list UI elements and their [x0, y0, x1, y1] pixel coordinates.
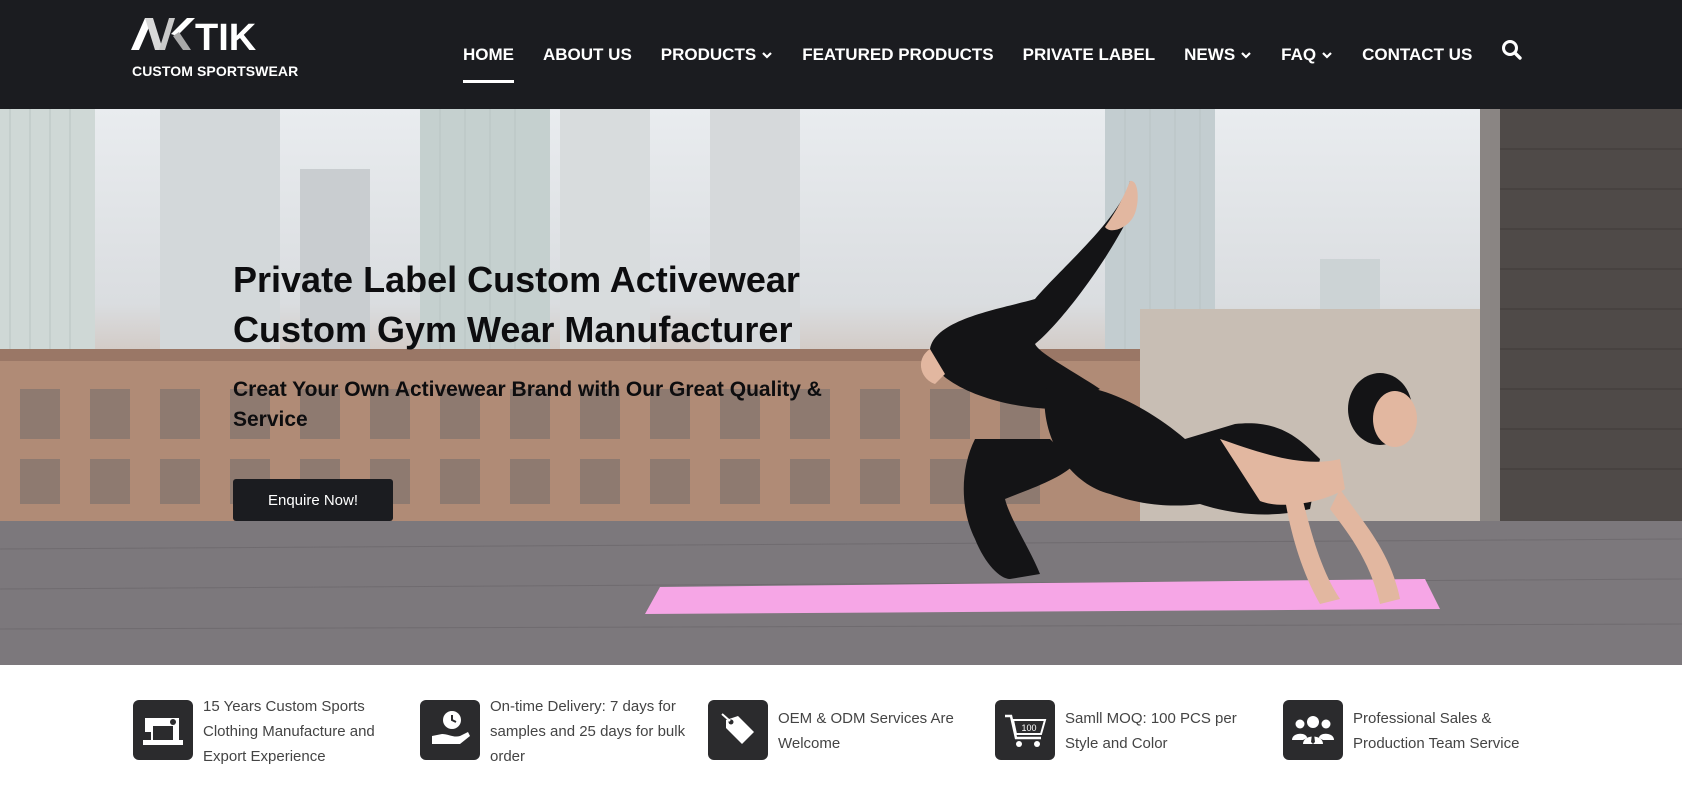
- site-header: TIK CUSTOM SPORTSWEAR HOME ABOUT US PROD…: [0, 0, 1682, 109]
- nav-home-label: HOME: [463, 45, 514, 64]
- chevron-down-icon: [762, 52, 772, 59]
- hero-subtitle: Creat Your Own Activewear Brand with Our…: [233, 378, 822, 431]
- nav-products[interactable]: PRODUCTS: [661, 42, 773, 68]
- search-button[interactable]: [1500, 38, 1524, 62]
- main-nav: HOME ABOUT US PRODUCTS FEATURED PRODUCTS…: [463, 42, 1501, 83]
- feature-item: OEM & ODM Services Are Welcome: [708, 700, 988, 780]
- team-icon: [1283, 700, 1343, 760]
- nav-about-us-label: ABOUT US: [543, 45, 632, 64]
- svg-text:TIK: TIK: [195, 17, 257, 58]
- nav-contact-us-label: CONTACT US: [1362, 45, 1473, 64]
- nav-faq-label: FAQ: [1281, 45, 1317, 64]
- nav-home[interactable]: HOME: [463, 42, 514, 83]
- feature-text: Professional Sales & Production Team Ser…: [1353, 710, 1520, 752]
- hero-title-line-1: Private Label Custom Activewear: [233, 259, 800, 300]
- feature-item: 100 Samll MOQ: 100 PCS per Style and Col…: [995, 700, 1275, 780]
- search-icon: [1502, 40, 1522, 60]
- feature-item: 15 Years Custom Sports Clothing Manufact…: [133, 698, 413, 780]
- delivery-clock-icon: [420, 700, 480, 760]
- nav-about-us[interactable]: ABOUT US: [543, 42, 632, 68]
- hero-title: Private Label Custom Activewear Custom G…: [233, 255, 800, 355]
- brand-tagline: CUSTOM SPORTSWEAR: [132, 63, 299, 79]
- feature-text: Samll MOQ: 100 PCS per Style and Color: [1065, 710, 1237, 752]
- logo-mark: TIK: [131, 17, 257, 58]
- feature-text: On-time Delivery: 7 days for samples and…: [490, 698, 686, 765]
- feature-item: On-time Delivery: 7 days for samples and…: [420, 698, 700, 780]
- nav-news-label: NEWS: [1184, 45, 1236, 64]
- nav-featured-products-label: FEATURED PRODUCTS: [802, 45, 994, 64]
- sewing-machine-icon: [133, 700, 193, 760]
- feature-text: 15 Years Custom Sports Clothing Manufact…: [203, 698, 375, 765]
- chevron-down-icon: [1322, 52, 1332, 59]
- nav-private-label[interactable]: PRIVATE LABEL: [1023, 42, 1156, 68]
- enquire-now-button[interactable]: Enquire Now!: [233, 479, 393, 521]
- nav-news[interactable]: NEWS: [1184, 42, 1252, 68]
- nav-private-label-label: PRIVATE LABEL: [1022, 45, 1156, 64]
- cart-icon-label: 100: [1021, 723, 1036, 733]
- nav-contact-us[interactable]: CONTACT US: [1362, 42, 1472, 68]
- nav-products-label: PRODUCTS: [660, 45, 757, 64]
- features-bar: 15 Years Custom Sports Clothing Manufact…: [0, 665, 1682, 804]
- feature-item: Professional Sales & Production Team Ser…: [1283, 700, 1563, 780]
- cart-icon: 100: [995, 700, 1055, 760]
- nav-featured-products[interactable]: FEATURED PRODUCTS: [802, 42, 993, 68]
- hero-banner: Private Label Custom Activewear Custom G…: [0, 109, 1682, 665]
- feature-text: OEM & ODM Services Are Welcome: [778, 710, 954, 752]
- hero-title-line-2: Custom Gym Wear Manufacturer: [233, 309, 793, 350]
- nav-faq[interactable]: FAQ: [1281, 42, 1333, 68]
- price-tag-icon: [708, 700, 768, 760]
- chevron-down-icon: [1241, 52, 1251, 59]
